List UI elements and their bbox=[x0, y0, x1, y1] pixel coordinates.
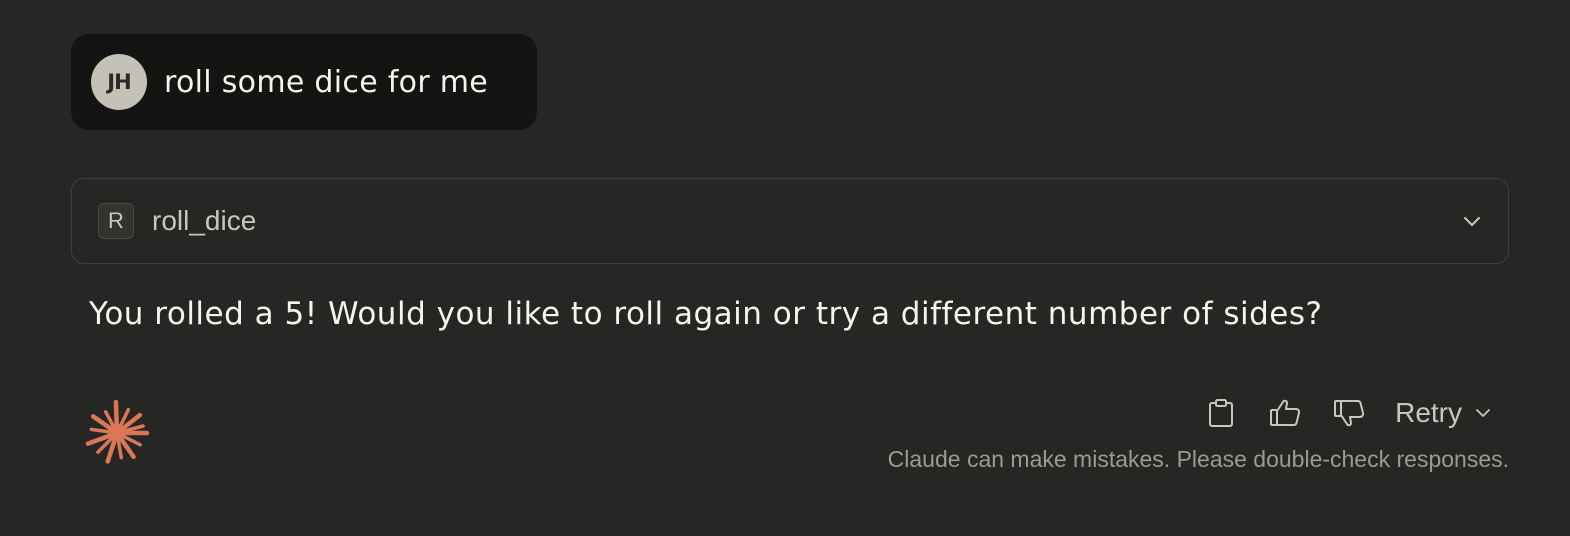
thumbs-down-button[interactable] bbox=[1333, 397, 1365, 429]
tool-call-panel[interactable]: R roll_dice bbox=[71, 178, 1509, 264]
retry-label: Retry bbox=[1395, 397, 1462, 428]
thumbs-down-icon bbox=[1334, 400, 1365, 427]
assistant-message-text: You rolled a 5! Would you like to roll a… bbox=[89, 296, 1323, 332]
message-actions: Retry bbox=[1205, 394, 1492, 432]
disclaimer-text: Claude can make mistakes. Please double-… bbox=[887, 446, 1509, 472]
chevron-down-icon bbox=[1476, 409, 1490, 417]
thumbs-up-icon bbox=[1270, 399, 1301, 426]
retry-button[interactable]: Retry bbox=[1395, 397, 1492, 429]
tool-name: roll_dice bbox=[152, 205, 257, 236]
user-message-text: roll some dice for me bbox=[164, 64, 489, 100]
chevron-down-icon[interactable] bbox=[1460, 209, 1484, 233]
claude-logo-icon bbox=[85, 400, 150, 464]
user-avatar: JH bbox=[91, 54, 147, 110]
clipboard-icon bbox=[1209, 399, 1234, 427]
tool-badge-icon: R bbox=[98, 203, 134, 239]
copy-button[interactable] bbox=[1205, 397, 1237, 429]
user-message-bubble: JH roll some dice for me bbox=[71, 34, 537, 130]
thumbs-up-button[interactable] bbox=[1269, 397, 1301, 429]
